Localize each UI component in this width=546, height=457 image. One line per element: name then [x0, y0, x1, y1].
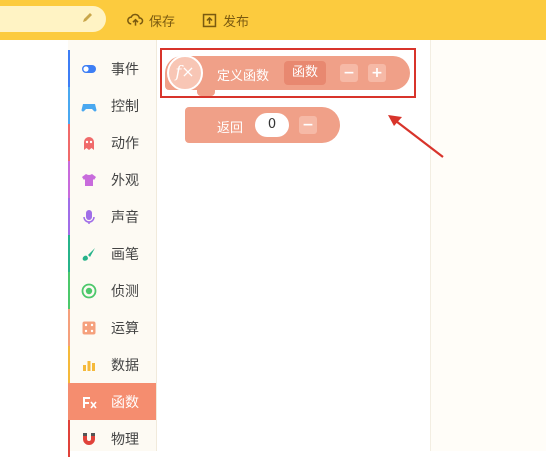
- publish-button[interactable]: 发布: [201, 9, 249, 31]
- category-sidebar: 事件 控制 动作 外观 声音 画笔 侦测 运算 数据 函数 物理: [68, 40, 157, 457]
- top-toolbar: 保存 发布: [0, 0, 546, 40]
- target-icon: [81, 283, 97, 299]
- sidebar-item-data[interactable]: 数据: [68, 346, 156, 383]
- toggle-icon: [82, 65, 96, 73]
- microphone-icon: [83, 210, 95, 224]
- sidebar-item-looks[interactable]: 外观: [68, 161, 156, 198]
- sidebar-item-label: 控制: [111, 99, 139, 115]
- cloud-upload-icon: [127, 13, 144, 26]
- highlight-box: [160, 48, 416, 98]
- fx-icon: [83, 397, 97, 409]
- sidebar-item-events[interactable]: 事件: [68, 50, 156, 87]
- return-value-input[interactable]: 0: [255, 113, 289, 137]
- save-label: 保存: [149, 14, 176, 30]
- sidebar-item-label: 外观: [111, 173, 139, 189]
- sidebar-item-label: 画笔: [111, 247, 139, 263]
- sidebar-item-label: 侦测: [111, 284, 139, 300]
- project-name-field[interactable]: [0, 6, 106, 32]
- sidebar-item-control[interactable]: 控制: [68, 87, 156, 124]
- publish-label: 发布: [223, 14, 250, 30]
- dice-icon: [82, 321, 96, 335]
- sidebar-item-label: 函数: [111, 395, 139, 411]
- pencil-icon[interactable]: [80, 11, 94, 25]
- save-button[interactable]: 保存: [127, 9, 175, 31]
- sidebar-item-functions[interactable]: 函数: [68, 383, 156, 420]
- return-remove-button[interactable]: −: [299, 116, 317, 134]
- sidebar-item-sensing[interactable]: 侦测: [68, 272, 156, 309]
- sidebar-item-motion[interactable]: 动作: [68, 124, 156, 161]
- brush-icon: [82, 248, 95, 261]
- sidebar-item-label: 动作: [111, 136, 139, 152]
- sidebar-item-label: 数据: [111, 358, 139, 374]
- sidebar-item-sound[interactable]: 声音: [68, 198, 156, 235]
- sidebar-item-label: 声音: [111, 210, 139, 226]
- bar-chart-icon: [83, 361, 95, 371]
- sidebar-item-pen[interactable]: 画笔: [68, 235, 156, 272]
- publish-icon: [202, 13, 217, 27]
- left-gutter: [0, 40, 68, 451]
- sidebar-item-physics[interactable]: 物理: [68, 420, 156, 457]
- magnet-icon: [83, 433, 95, 445]
- ghost-icon: [84, 137, 94, 150]
- sidebar-item-label: 运算: [111, 321, 139, 337]
- shirt-icon: [82, 174, 96, 186]
- return-label: 返回: [217, 121, 244, 136]
- sidebar-item-label: 物理: [111, 432, 139, 448]
- sidebar-item-label: 事件: [111, 62, 139, 78]
- sidebar-item-operators[interactable]: 运算: [68, 309, 156, 346]
- gamepad-icon: [81, 104, 97, 112]
- annotation-arrow-icon: [388, 115, 444, 158]
